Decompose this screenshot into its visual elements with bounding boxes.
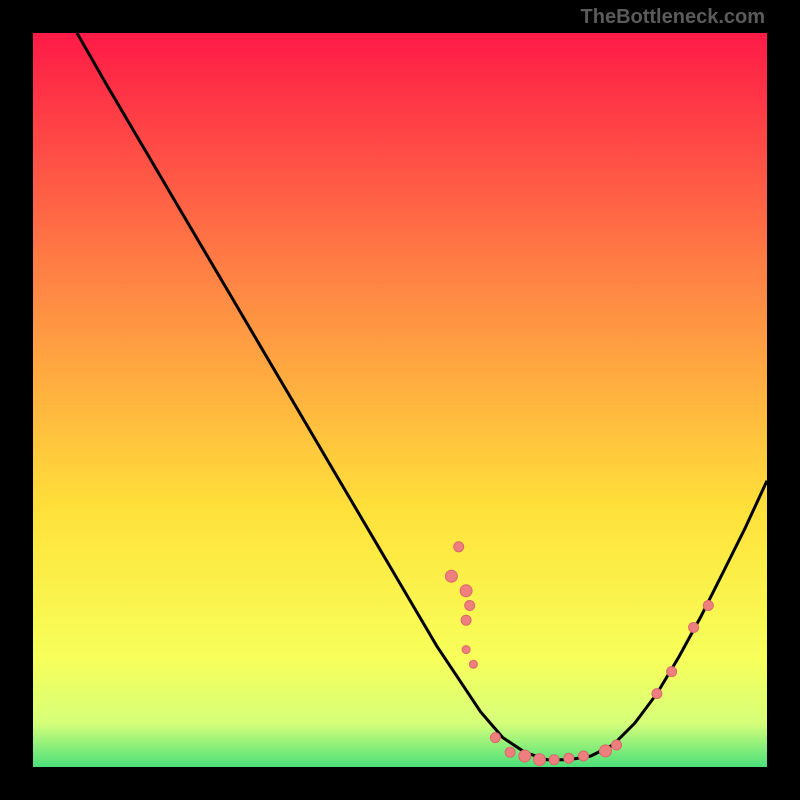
scatter-point [667, 667, 677, 677]
scatter-point [469, 660, 477, 668]
scatter-point [689, 623, 699, 633]
scatter-point [579, 751, 589, 761]
scatter-point [460, 585, 472, 597]
scatter-point [462, 646, 470, 654]
scatter-point [465, 601, 475, 611]
scatter-point [703, 601, 713, 611]
scatter-point [454, 542, 464, 552]
chart-frame [33, 33, 767, 767]
scatter-point [490, 733, 500, 743]
scatter-point [445, 570, 457, 582]
scatter-point [564, 753, 574, 763]
scatter-point [600, 745, 612, 757]
scatter-point [549, 755, 559, 765]
gradient-background [33, 33, 767, 767]
scatter-point [519, 750, 531, 762]
scatter-point [461, 615, 471, 625]
scatter-point [534, 754, 546, 766]
scatter-point [505, 747, 515, 757]
scatter-point [652, 689, 662, 699]
attribution-text: TheBottleneck.com [581, 6, 765, 29]
chart-svg [33, 33, 767, 767]
scatter-point [612, 740, 622, 750]
